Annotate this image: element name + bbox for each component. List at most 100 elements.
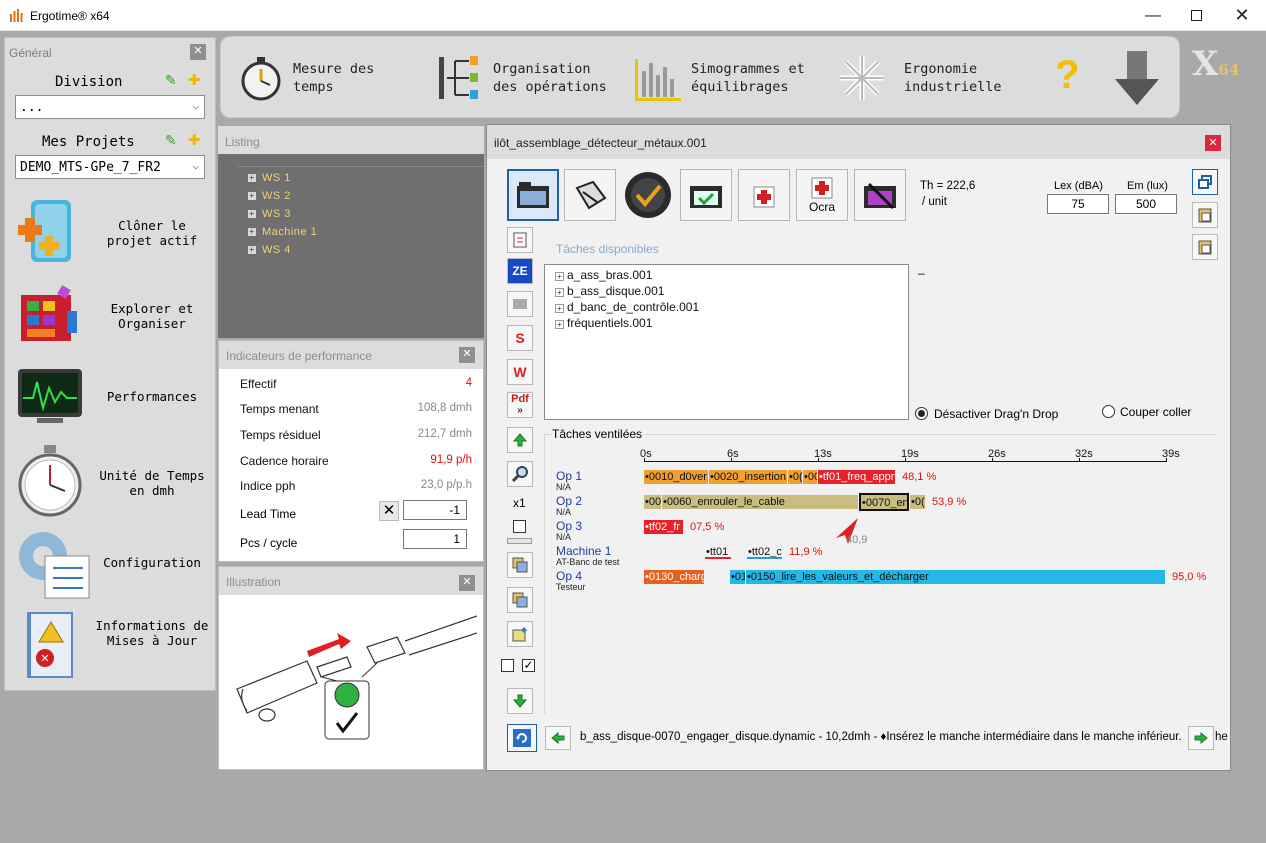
- zoom-button[interactable]: [507, 461, 533, 487]
- close-button[interactable]: ✕: [1205, 135, 1221, 151]
- validate-button[interactable]: [622, 169, 674, 221]
- copy-block-button[interactable]: [507, 552, 533, 578]
- tag-edit-button[interactable]: [564, 169, 616, 221]
- task-bar[interactable]: •tf02_fr: [644, 520, 683, 534]
- clipboard-task-button[interactable]: [507, 227, 533, 253]
- add-icon[interactable]: ✚: [188, 71, 201, 89]
- task-bar[interactable]: •00: [644, 495, 661, 509]
- expand-icon[interactable]: +: [555, 320, 564, 329]
- ze-button[interactable]: ZE: [507, 258, 533, 284]
- listing-item[interactable]: + WS 1: [248, 172, 291, 184]
- clear-icon[interactable]: ✕: [379, 501, 399, 521]
- division-select[interactable]: ... ⌵: [15, 95, 205, 119]
- expand-icon[interactable]: +: [248, 228, 256, 236]
- close-icon[interactable]: ✕: [459, 575, 475, 591]
- op-label[interactable]: Op 4: [556, 570, 582, 582]
- splitter-handle[interactable]: [507, 538, 532, 544]
- ocra-button[interactable]: Ocra: [796, 169, 848, 221]
- task-bar[interactable]: •0010_d0ver: [644, 470, 708, 484]
- pdf-button[interactable]: Pdf»: [507, 392, 533, 418]
- configuration-button[interactable]: Configuration: [5, 526, 217, 606]
- clone-project-button[interactable]: Clôner le projet actif: [5, 190, 217, 270]
- open-folder-button[interactable]: [507, 169, 559, 221]
- toolbar-ergonomie[interactable]: Ergonomie industrielle: [837, 37, 1002, 119]
- pencil-icon[interactable]: ✎: [165, 72, 177, 89]
- task-bar[interactable]: •tt01: [705, 545, 731, 559]
- expand-icon[interactable]: +: [555, 288, 564, 297]
- listing-item[interactable]: + WS 2: [248, 190, 291, 202]
- expand-icon[interactable]: +: [248, 174, 256, 182]
- radio-cut-paste[interactable]: [1102, 405, 1115, 418]
- pencil-icon[interactable]: ✎: [165, 132, 177, 149]
- time-unit-button[interactable]: Unité de Temps en dmh: [5, 441, 217, 521]
- expand-icon[interactable]: +: [248, 192, 256, 200]
- expand-icon[interactable]: +: [248, 246, 256, 254]
- s-button[interactable]: S: [507, 325, 533, 351]
- explore-button[interactable]: Explorer et Organiser: [5, 275, 217, 355]
- move-up-button[interactable]: [507, 427, 533, 453]
- toolbar-simogrammes[interactable]: Simogrammes et équilibrages: [633, 37, 805, 119]
- op-label[interactable]: Op 1: [556, 470, 582, 482]
- listing-item[interactable]: + WS 3: [248, 208, 291, 220]
- task-bar[interactable]: •tt02_c: [747, 545, 782, 559]
- checkbox-unchecked[interactable]: [501, 659, 514, 672]
- listing-item[interactable]: + WS 4: [248, 244, 291, 256]
- lex-input[interactable]: 75: [1047, 194, 1109, 214]
- radio-drag-drop[interactable]: [915, 407, 928, 420]
- previous-button[interactable]: [545, 726, 571, 750]
- folder-check-button[interactable]: [680, 169, 732, 221]
- op-label[interactable]: Op 3: [556, 520, 582, 532]
- project-select[interactable]: DEMO_MTS-GPe_7_FR2 ⌵: [15, 155, 205, 179]
- add-icon[interactable]: ✚: [188, 131, 201, 149]
- next-button[interactable]: [1188, 726, 1214, 750]
- task-bar[interactable]: •0(: [788, 470, 802, 484]
- task-bar[interactable]: •0130_charg: [644, 570, 704, 584]
- paste-special-button[interactable]: [1192, 234, 1218, 260]
- task-bar[interactable]: •01: [730, 570, 745, 584]
- close-button[interactable]: ✕: [1219, 0, 1265, 31]
- paste-button[interactable]: [1192, 202, 1218, 228]
- lead-time-input[interactable]: -1: [403, 500, 467, 520]
- tree-node[interactable]: + a_ass_bras.001: [555, 268, 652, 282]
- tree-node[interactable]: + d_banc_de_contrôle.001: [555, 300, 699, 314]
- task-bar[interactable]: •0(: [910, 495, 925, 509]
- checkbox-checked[interactable]: ✓: [522, 659, 535, 672]
- close-icon[interactable]: ✕: [459, 347, 475, 363]
- expand-icon[interactable]: +: [555, 272, 564, 281]
- help-button[interactable]: ?: [1055, 53, 1079, 98]
- available-tasks-tree[interactable]: + a_ass_bras.001 + b_ass_disque.001 + d_ban…: [544, 264, 909, 420]
- op-label[interactable]: Machine 1: [556, 545, 611, 557]
- move-down-button[interactable]: [507, 688, 533, 714]
- listing-item[interactable]: + Machine 1: [248, 226, 317, 238]
- toolbar-mesure-temps[interactable]: Mesure des temps: [239, 37, 374, 119]
- tree-node[interactable]: + b_ass_disque.001: [555, 284, 664, 298]
- copy-block-button-2[interactable]: [507, 587, 533, 613]
- tree-node[interactable]: + fréquentiels.001: [555, 316, 652, 330]
- maximize-button[interactable]: [1173, 0, 1219, 31]
- folder-delete-button[interactable]: [854, 169, 906, 221]
- pcs-cycle-input[interactable]: 1: [403, 529, 467, 549]
- task-bar-selected[interactable]: •0070_en: [859, 493, 909, 511]
- minimize-button[interactable]: —: [1130, 0, 1176, 31]
- expand-icon[interactable]: +: [248, 210, 256, 218]
- close-icon[interactable]: ✕: [190, 44, 206, 60]
- toolbar-organisation[interactable]: Organisation des opérations: [437, 37, 607, 119]
- expand-icon[interactable]: +: [555, 304, 564, 313]
- first-aid-button[interactable]: [738, 169, 790, 221]
- add-block-button[interactable]: [507, 621, 533, 647]
- task-bar[interactable]: •00: [803, 470, 817, 484]
- updates-info-button[interactable]: ✕ Informations de Mises à Jour: [5, 606, 217, 686]
- task-bar[interactable]: •tf01_freq_appr: [818, 470, 895, 484]
- checkbox[interactable]: [513, 520, 526, 533]
- em-input[interactable]: 500: [1115, 194, 1177, 214]
- task-bar[interactable]: •0060_enrouler_le_cable: [662, 495, 858, 509]
- window-restore-button[interactable]: [1192, 169, 1218, 195]
- task-bar[interactable]: •0020_insertion: [709, 470, 787, 484]
- grey-button[interactable]: [507, 291, 533, 317]
- w-button[interactable]: W: [507, 359, 533, 385]
- op-label[interactable]: Op 2: [556, 495, 582, 507]
- task-bar[interactable]: •0150_lire_les_valeurs_et_décharger: [746, 570, 1165, 584]
- refresh-button[interactable]: [507, 724, 537, 752]
- download-arrow-icon[interactable]: [1113, 49, 1161, 107]
- performances-button[interactable]: Performances: [5, 360, 217, 440]
